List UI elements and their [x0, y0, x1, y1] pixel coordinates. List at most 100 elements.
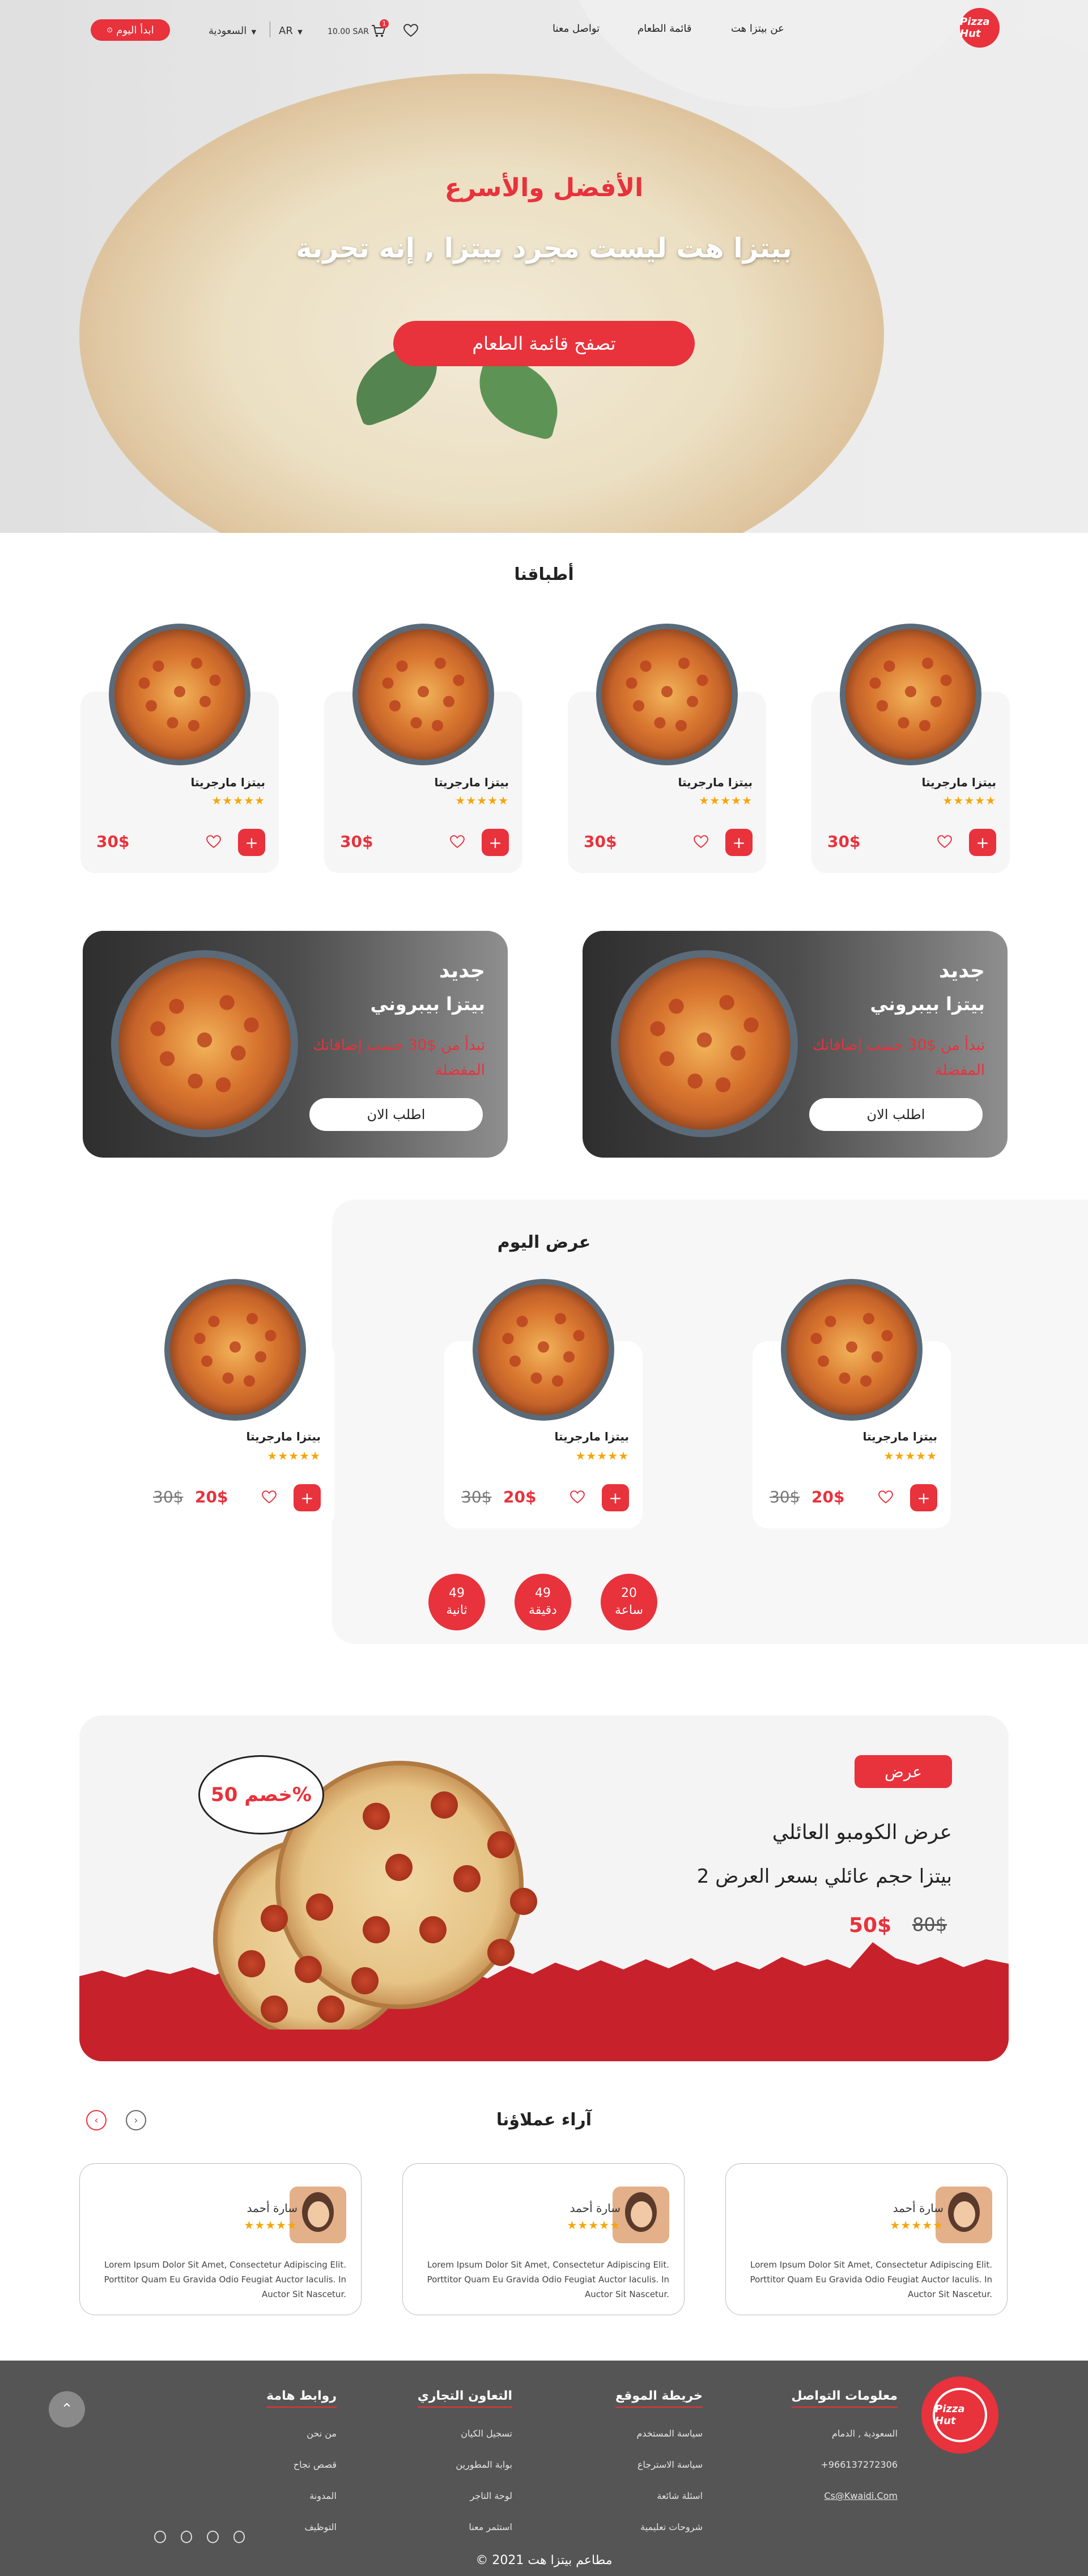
- wishlist-heart-icon[interactable]: [403, 24, 418, 40]
- footer-link[interactable]: من نحن: [266, 2428, 337, 2439]
- pizza-icon: [781, 1279, 923, 1421]
- favorite-heart-icon[interactable]: [570, 1490, 586, 1506]
- favorite-heart-icon[interactable]: [878, 1490, 894, 1506]
- add-to-cart-button[interactable]: +: [725, 829, 753, 856]
- rating-stars: ★★★★★: [80, 794, 265, 807]
- pepperoni-slice: [261, 1905, 288, 1932]
- footer-link[interactable]: Cs@Kwaidi.Com: [792, 2490, 898, 2501]
- rating-stars: ★★★★★: [890, 2218, 944, 2232]
- footer-link[interactable]: سياسة المستخدم: [615, 2428, 703, 2439]
- timer-value: 20: [621, 1586, 637, 1600]
- dish-image: [352, 624, 494, 765]
- star-icons: ★★★★★: [267, 1449, 321, 1463]
- footer-link[interactable]: بوابة المطورين: [418, 2459, 512, 2470]
- nav-link-menu[interactable]: قائمة الطعام: [638, 23, 691, 35]
- combo-old-price: 80$: [912, 1914, 947, 1935]
- favorite-heart-icon[interactable]: [937, 835, 953, 851]
- timer-unit: ثانية: [446, 1603, 468, 1617]
- order-now-button[interactable]: اطلب الان: [809, 1098, 983, 1131]
- star-icons: ★★★★★: [890, 2218, 944, 2232]
- start-today-button[interactable]: ⊙ ابدأ اليوم: [91, 19, 170, 41]
- copyright: © 2021 مطاعم بيتزا هت: [475, 2553, 613, 2567]
- add-to-cart-button[interactable]: +: [294, 1484, 321, 1511]
- pepperoni-slice: [385, 1854, 413, 1881]
- hero-section: Pizza Hut عن بيتزا هت قائمة الطعام تواصل…: [0, 0, 1088, 533]
- cart-button[interactable]: 10.00 SAR 1: [328, 19, 390, 40]
- offer-old-price: 30$: [770, 1488, 800, 1506]
- pepperoni-slice: [363, 1803, 390, 1830]
- youtube-icon[interactable]: [180, 2531, 192, 2543]
- footer-link[interactable]: استثمر معنا: [418, 2522, 512, 2532]
- footer-link[interactable]: +966137272306: [792, 2459, 898, 2470]
- pepperoni-slice: [261, 1995, 288, 2023]
- browse-menu-button[interactable]: تصفح قائمة الطعام: [393, 321, 695, 366]
- footer-column-title: التعاون التجاري: [417, 2389, 512, 2408]
- offer-image: [781, 1279, 923, 1421]
- timer-unit: ساعة: [614, 1603, 644, 1617]
- review-card: سارة أحمد ★★★★★ Lorem Ipsum Dolor Sit Amet…: [725, 2163, 1008, 2315]
- footer-link[interactable]: التوظيف: [266, 2522, 337, 2532]
- favorite-heart-icon[interactable]: [206, 835, 222, 851]
- reviewer-name: سارة أحمد: [246, 2201, 298, 2215]
- dishes-title: أطباقنا: [514, 565, 574, 584]
- offer-name: بيتزا مارجريتا: [246, 1430, 321, 1443]
- pepperoni-slice: [419, 1916, 447, 1943]
- footer-link[interactable]: السعودية , الدمام: [792, 2428, 898, 2439]
- instagram-icon[interactable]: [154, 2531, 166, 2543]
- footer-logo[interactable]: Pizza Hut: [921, 2376, 998, 2454]
- pepperoni-slice: [487, 1939, 515, 1966]
- top-navbar: Pizza Hut عن بيتزا هت قائمة الطعام تواصل…: [0, 0, 1088, 57]
- dish-name: بيتزا مارجريتا: [434, 776, 509, 789]
- rating-stars: ★★★★★: [244, 2218, 298, 2232]
- offer-price: 20$: [195, 1488, 228, 1506]
- rating-stars: ★★★★★: [753, 1449, 937, 1463]
- footer-link[interactable]: سياسة الاسترجاع: [615, 2459, 703, 2470]
- logo[interactable]: Pizza Hut: [960, 8, 1000, 48]
- order-now-button[interactable]: اطلب الان: [309, 1098, 483, 1131]
- star-icons: ★★★★★: [942, 794, 996, 807]
- add-to-cart-button[interactable]: +: [910, 1484, 937, 1511]
- rating-stars: ★★★★★: [567, 2218, 620, 2232]
- prev-arrow-button[interactable]: ‹: [86, 2110, 107, 2130]
- footer-link[interactable]: قصص نجاح: [266, 2459, 337, 2470]
- nav-link-contact[interactable]: تواصل معنا: [552, 23, 600, 35]
- footer-logo-text: Pizza Hut: [933, 2388, 987, 2442]
- twitter-icon[interactable]: [233, 2531, 245, 2543]
- add-to-cart-button[interactable]: +: [238, 829, 265, 856]
- rating-stars: ★★★★★: [324, 794, 509, 807]
- nav-link-about[interactable]: عن بيتزا هت: [731, 23, 784, 35]
- pizza-icon: [164, 1279, 306, 1421]
- footer-column-title: روابط هامة: [266, 2389, 337, 2408]
- footer-links: من نحن قصص نجاح المدونة التوظيف: [266, 2428, 337, 2532]
- language-selector[interactable]: AR ▼: [279, 25, 303, 37]
- footer-link[interactable]: لوحة التاجر: [418, 2490, 512, 2501]
- footer-links: السعودية , الدمام +966137272306 Cs@Kwaidi.…: [792, 2428, 898, 2501]
- footer-link[interactable]: تسجيل الكيان: [418, 2428, 512, 2439]
- offer-price: 20$: [811, 1488, 845, 1506]
- dish-price: 30$: [340, 832, 373, 851]
- favorite-heart-icon[interactable]: [262, 1490, 278, 1506]
- next-arrow-button[interactable]: ›: [126, 2110, 146, 2130]
- footer: Pizza Hut روابط هامة من نحن قصص نجاح المدون…: [0, 2361, 1088, 2576]
- facebook-icon[interactable]: [207, 2531, 219, 2543]
- footer-links: سياسة المستخدم سياسة الاسترجاع اسئلة شائعة…: [615, 2428, 703, 2532]
- footer-column: معلومات التواصل السعودية , الدمام +9661372…: [791, 2389, 898, 2501]
- favorite-heart-icon[interactable]: [694, 835, 709, 851]
- favorite-heart-icon[interactable]: [450, 835, 466, 851]
- pizza-icon: [611, 950, 798, 1137]
- country-selector[interactable]: السعودية ▼: [209, 25, 256, 37]
- language-value: AR: [279, 25, 293, 37]
- timer-unit: دقيقة: [529, 1603, 557, 1617]
- footer-links: تسجيل الكيان بوابة المطورين لوحة التاجر است…: [418, 2428, 512, 2532]
- footer-link[interactable]: المدونة: [266, 2490, 337, 2501]
- pepperoni-slice: [306, 1893, 333, 1921]
- footer-link[interactable]: شروحات تعليمية: [615, 2522, 703, 2532]
- add-to-cart-button[interactable]: +: [969, 829, 996, 856]
- footer-link[interactable]: اسئلة شائعة: [615, 2490, 703, 2501]
- add-to-cart-button[interactable]: +: [602, 1484, 629, 1511]
- footer-column-title: معلومات التواصل: [791, 2389, 898, 2408]
- add-to-cart-button[interactable]: +: [482, 829, 509, 856]
- scroll-top-button[interactable]: ⌃: [49, 2391, 85, 2427]
- promo-badge: جديد: [439, 959, 485, 982]
- discount-speech-bubble: خصم 50%: [198, 1755, 324, 1834]
